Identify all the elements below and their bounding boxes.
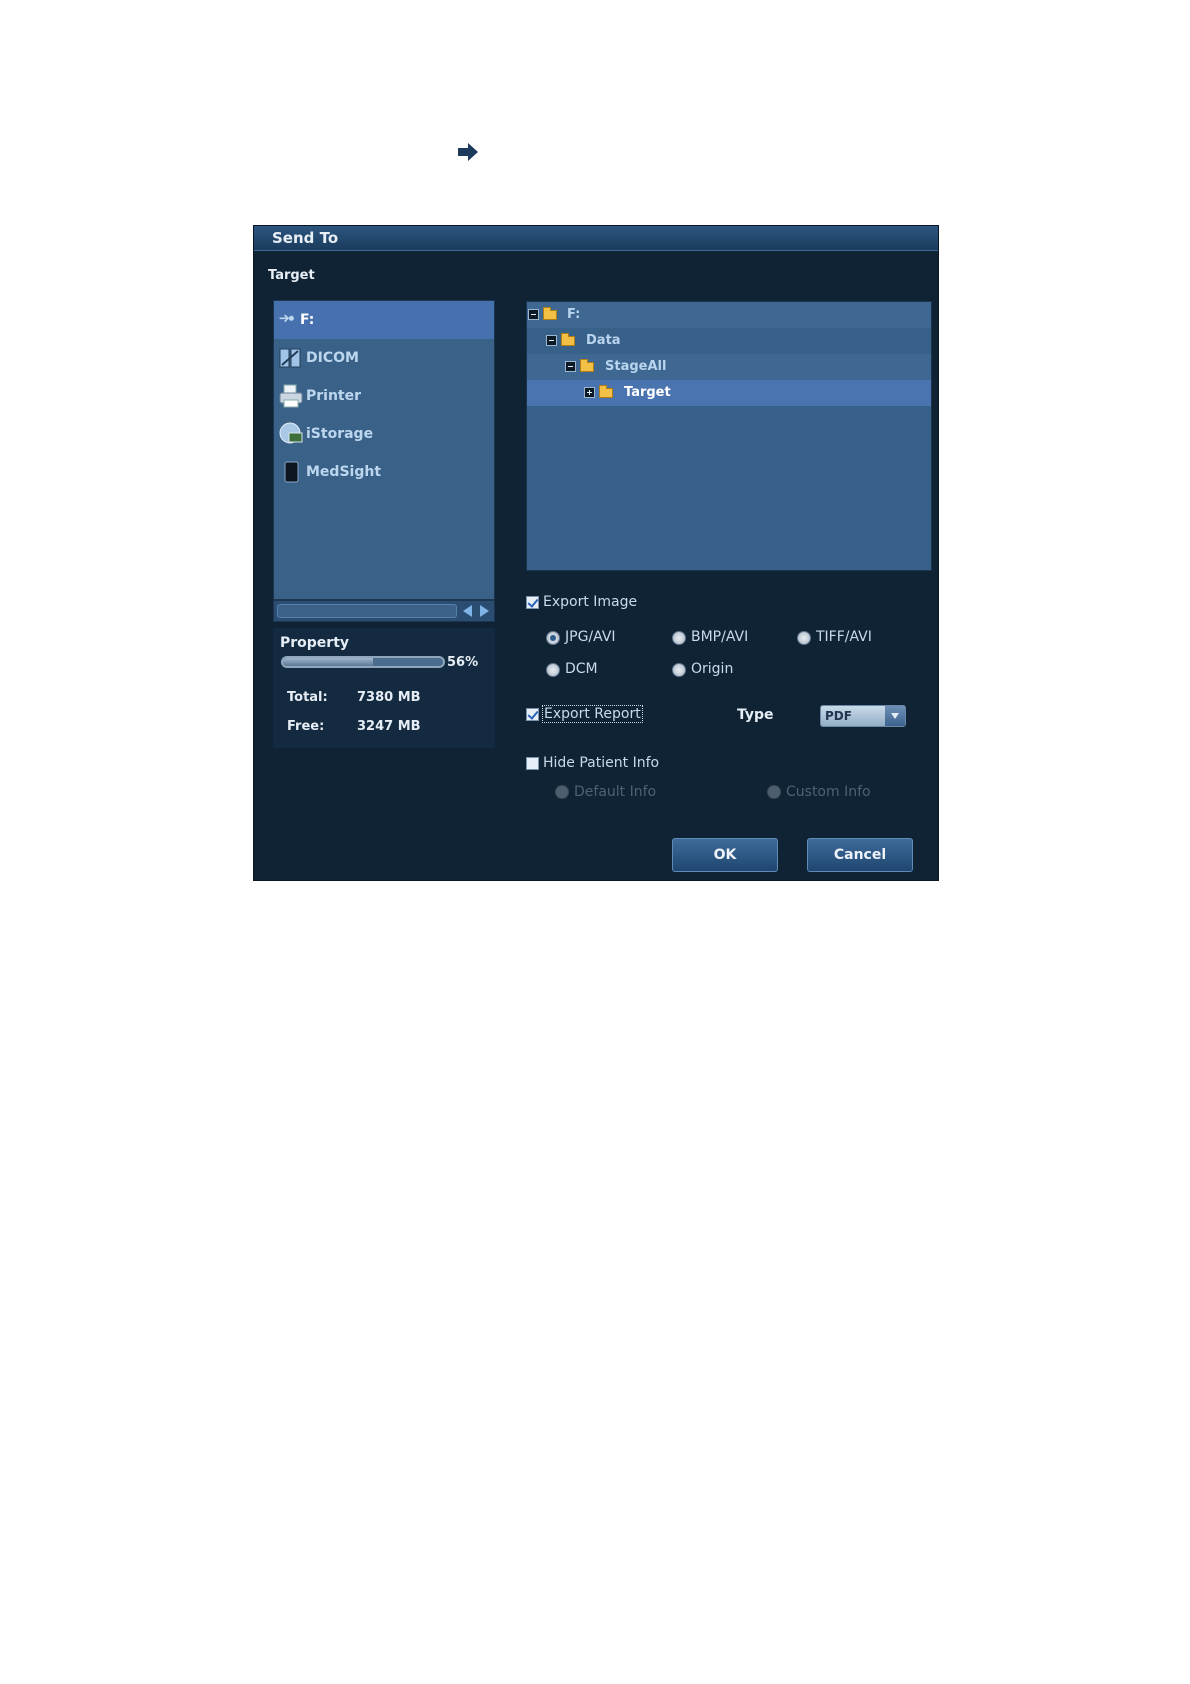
tree-node-label: Target <box>624 385 671 400</box>
ok-button[interactable]: OK <box>672 838 778 872</box>
report-type-value: PDF <box>825 709 852 723</box>
tree-node-label: StageAll <box>605 359 667 374</box>
tree-node-stageall[interactable]: StageAll <box>527 354 931 380</box>
radio-tiff-avi[interactable] <box>797 631 811 645</box>
radio-jpg-avi[interactable] <box>546 631 560 645</box>
radio-origin[interactable] <box>672 663 686 677</box>
tree-node-label: F: <box>567 307 581 322</box>
radio-dcm[interactable] <box>546 663 560 677</box>
istorage-icon <box>279 422 303 444</box>
report-type-select[interactable]: PDF <box>820 705 906 727</box>
total-value: 7380 MB <box>357 690 421 705</box>
free-label: Free: <box>287 719 325 734</box>
cancel-button[interactable]: Cancel <box>807 838 913 872</box>
radio-bmp-avi[interactable] <box>672 631 686 645</box>
export-image-label: Export Image <box>543 594 638 610</box>
chevron-down-icon[interactable] <box>885 706 905 726</box>
tablet-icon <box>284 461 299 483</box>
radio-custom-info-label: Custom Info <box>786 784 871 800</box>
type-label: Type <box>737 707 774 723</box>
property-heading: Property <box>280 635 350 651</box>
folder-icon <box>561 333 575 346</box>
disk-usage-bar <box>281 656 445 668</box>
hide-patient-info-checkbox[interactable] <box>526 757 539 770</box>
folder-icon <box>580 359 594 372</box>
radio-custom-info[interactable] <box>767 785 781 799</box>
target-item-istorage[interactable]: iStorage <box>274 415 494 453</box>
export-image-checkbox[interactable] <box>526 596 539 609</box>
radio-jpg-avi-label: JPG/AVI <box>565 629 616 645</box>
target-item-label: F: <box>300 312 315 328</box>
radio-default-info-label: Default Info <box>574 784 657 800</box>
dialog-titlebar: Send To <box>254 226 938 251</box>
scrollbar-track[interactable] <box>277 604 457 618</box>
free-value: 3247 MB <box>357 719 421 734</box>
target-item-f-drive[interactable]: F: <box>274 301 494 339</box>
folder-icon <box>599 385 613 398</box>
expand-icon[interactable] <box>584 387 595 398</box>
target-list: F: DICOM Printer iStorage MedSight <box>273 300 495 600</box>
target-item-dicom[interactable]: DICOM <box>274 339 494 377</box>
export-report-label: Export Report <box>542 705 643 723</box>
target-list-scrollbar[interactable] <box>273 600 495 622</box>
send-to-dialog: Send To Target F: DICOM Printer iStorage… <box>253 225 939 881</box>
export-report-checkbox[interactable] <box>526 708 539 721</box>
dialog-title: Send To <box>272 229 339 247</box>
target-item-label: DICOM <box>306 350 359 366</box>
total-label: Total: <box>287 690 328 705</box>
target-label: Target <box>268 268 315 283</box>
hide-patient-info-label: Hide Patient Info <box>543 755 660 771</box>
tree-node-target[interactable]: Target <box>527 380 931 406</box>
property-panel: Property 56% Total: 7380 MB Free: 3247 M… <box>273 628 495 748</box>
target-item-label: Printer <box>306 388 362 404</box>
radio-tiff-avi-label: TIFF/AVI <box>816 629 872 645</box>
radio-dcm-label: DCM <box>565 661 598 677</box>
printer-icon <box>279 384 303 408</box>
folder-icon <box>543 307 557 320</box>
collapse-icon[interactable] <box>565 361 576 372</box>
usb-drive-icon <box>279 314 294 323</box>
disk-usage-fill <box>283 658 373 666</box>
disk-usage-percent: 56% <box>447 655 479 670</box>
scroll-right-icon[interactable] <box>480 605 489 617</box>
tree-node-f[interactable]: F: <box>527 302 931 328</box>
dicom-icon <box>279 348 301 368</box>
radio-origin-label: Origin <box>691 661 734 677</box>
tree-node-data[interactable]: Data <box>527 328 931 354</box>
radio-bmp-avi-label: BMP/AVI <box>691 629 749 645</box>
radio-default-info[interactable] <box>555 785 569 799</box>
folder-tree: F: Data StageAll Target <box>526 301 932 571</box>
target-item-label: iStorage <box>306 426 374 442</box>
tree-node-label: Data <box>586 333 621 348</box>
scroll-left-icon[interactable] <box>463 605 472 617</box>
target-item-medsight[interactable]: MedSight <box>274 453 494 491</box>
target-item-label: MedSight <box>306 464 382 480</box>
arrow-right-icon <box>458 143 478 161</box>
collapse-icon[interactable] <box>546 335 557 346</box>
collapse-icon[interactable] <box>528 309 539 320</box>
target-item-printer[interactable]: Printer <box>274 377 494 415</box>
